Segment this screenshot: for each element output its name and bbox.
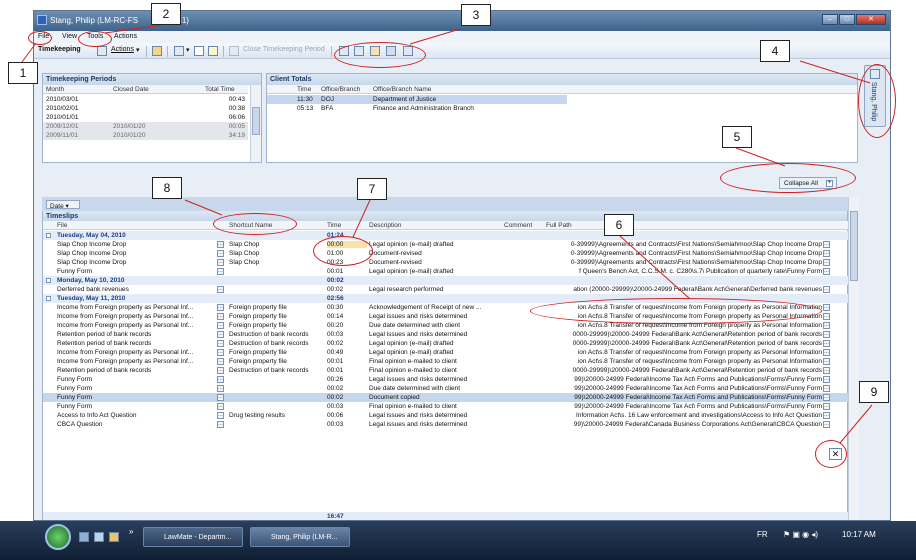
- callout-number: 2: [151, 3, 181, 25]
- callout-lines: [21, 24, 873, 444]
- callout-number: 6: [604, 214, 634, 236]
- callout-number: 9: [859, 381, 889, 403]
- callout-number: 8: [152, 177, 182, 199]
- callout-number: 7: [357, 178, 387, 200]
- callout-number: 4: [760, 40, 790, 62]
- callout-number: 3: [461, 4, 491, 26]
- callout-number: 5: [722, 126, 752, 148]
- callout-number: 1: [8, 62, 38, 84]
